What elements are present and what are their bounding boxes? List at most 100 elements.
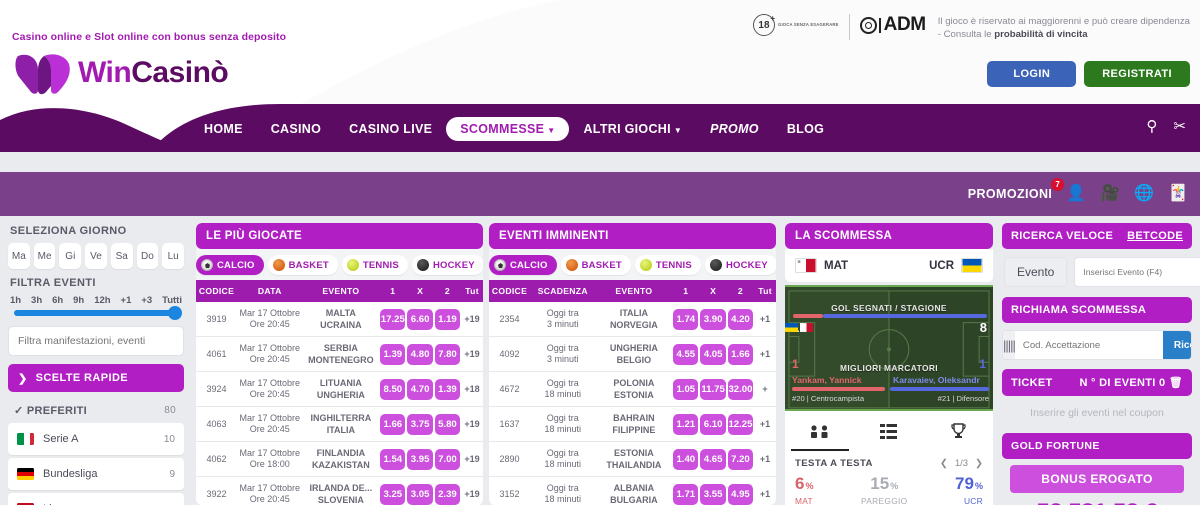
favorite-liga[interactable]: Liga10 <box>8 493 184 505</box>
tab-lineup[interactable] <box>785 411 854 451</box>
nav-item-altri-giochi[interactable]: ALTRI GIOCHI ▼ <box>569 122 696 136</box>
row-more-markets[interactable]: + <box>754 371 776 407</box>
row-odd-x[interactable]: 3.75 <box>406 406 434 442</box>
acceptance-code-input[interactable] <box>1014 331 1163 359</box>
row-more-markets[interactable]: +1 <box>754 441 776 477</box>
row-odd-x[interactable]: 4.05 <box>699 336 727 372</box>
row-more-markets[interactable]: +19 <box>461 441 483 477</box>
row-odd-2[interactable]: 7.20 <box>726 441 755 477</box>
row-odd-1[interactable]: 1.05 <box>672 371 700 407</box>
row-more-markets[interactable]: +19 <box>461 476 483 505</box>
hour-filter-plus1[interactable]: +1 <box>121 295 132 306</box>
row-odd-1[interactable]: 1.71 <box>672 476 700 505</box>
day-sa[interactable]: Sa <box>110 243 133 269</box>
row-odd-1[interactable]: 1.54 <box>379 441 407 477</box>
row-more-markets[interactable]: +19 <box>461 336 483 372</box>
row-more-markets[interactable]: +19 <box>461 302 483 337</box>
hour-filter-12h[interactable]: 12h <box>94 295 110 306</box>
row-odd-x[interactable]: 11.75 <box>699 371 727 407</box>
favorite-serie-a[interactable]: Serie A 10 <box>8 423 184 455</box>
user-settings-icon[interactable]: 👤 <box>1066 186 1086 202</box>
upcoming-tab-tennis[interactable]: TENNIS <box>634 255 701 275</box>
row-odd-x[interactable]: 6.10 <box>699 406 727 442</box>
site-logo[interactable]: WinCasinò <box>14 50 229 96</box>
row-more-markets[interactable]: +1 <box>754 336 776 372</box>
row-odd-1[interactable]: 3.25 <box>379 476 407 505</box>
most-played-tab-calcio[interactable]: CALCIO <box>196 255 264 275</box>
day-me[interactable]: Me <box>33 243 56 269</box>
login-button[interactable]: LOGIN <box>987 61 1077 87</box>
globe-icon[interactable]: 🌐 <box>1134 186 1154 202</box>
video-icon[interactable]: 🎥 <box>1100 186 1120 202</box>
evento-button[interactable]: Evento <box>1004 257 1068 287</box>
tab-stats[interactable] <box>854 411 923 451</box>
nav-item-casino[interactable]: CASINO <box>257 122 335 136</box>
row-odd-x[interactable]: 3.55 <box>699 476 727 505</box>
row-odd-2[interactable]: 2.39 <box>433 476 462 505</box>
pager-next-icon[interactable]: ❯ <box>975 458 983 469</box>
pager-prev-icon[interactable]: ❮ <box>940 458 948 469</box>
row-odd-x[interactable]: 6.60 <box>406 302 434 337</box>
row-odd-1[interactable]: 1.39 <box>379 336 407 372</box>
hour-range-slider[interactable] <box>14 306 182 320</box>
row-odd-1[interactable]: 8.50 <box>379 371 407 407</box>
row-odd-1[interactable]: 4.55 <box>672 336 700 372</box>
row-odd-1[interactable]: 1.40 <box>672 441 700 477</box>
upcoming-tab-basket[interactable]: BASKET <box>560 255 631 275</box>
most-played-tab-basket[interactable]: BASKET <box>267 255 338 275</box>
upcoming-tab-calcio[interactable]: CALCIO <box>489 255 557 275</box>
bonus-erogato-button[interactable]: BONUS EROGATO <box>1010 465 1184 493</box>
hour-filter-plus3[interactable]: +3 <box>141 295 152 306</box>
row-odd-2[interactable]: 1.19 <box>433 302 462 337</box>
row-odd-1[interactable]: 1.74 <box>672 302 700 337</box>
row-odd-2[interactable]: 32.00 <box>726 371 755 407</box>
trash-icon[interactable]: 🗑 <box>1169 377 1183 389</box>
row-odd-1[interactable]: 1.66 <box>379 406 407 442</box>
table-row[interactable]: 4092 Oggi tra 3 minuti UNGHERIA BELGIO 4.55 4.… <box>489 336 776 372</box>
day-ma[interactable]: Ma <box>8 243 30 269</box>
hour-filter-3h[interactable]: 3h <box>31 295 42 306</box>
legal-link[interactable]: probabilità di vincita <box>994 29 1087 40</box>
hour-filter-Tutti[interactable]: Tutti <box>162 295 182 306</box>
table-row[interactable]: 3922 Mar 17 Ottobre Ore 20:45 IRLANDA DE...… <box>196 476 483 505</box>
hour-filter-6h[interactable]: 6h <box>52 295 63 306</box>
row-odd-x[interactable]: 3.05 <box>406 476 434 505</box>
table-row[interactable]: 3919 Mar 17 Ottobre Ore 20:45 MALTA UCRAINA 1… <box>196 302 483 337</box>
table-row[interactable]: 3152 Oggi tra 18 minuti ALBANIA BULGARIA 1.71… <box>489 476 776 505</box>
nav-item-promo[interactable]: PROMO <box>696 122 773 136</box>
most-played-tab-hockey[interactable]: HOCKEY <box>411 255 483 275</box>
nav-item-casino-live[interactable]: CASINO LIVE <box>335 122 446 136</box>
table-row[interactable]: 4063 Mar 17 Ottobre Ore 20:45 INGHILTERRA IT… <box>196 406 483 442</box>
row-more-markets[interactable]: +18 <box>461 371 483 407</box>
table-row[interactable]: 3924 Mar 17 Ottobre Ore 20:45 LITUANIA UNGHE… <box>196 371 483 407</box>
day-do[interactable]: Do <box>136 243 159 269</box>
nav-item-blog[interactable]: BLOG <box>773 122 838 136</box>
table-row[interactable]: 1637 Oggi tra 18 minuti BAHRAIN FILIPPINE 1.2… <box>489 406 776 442</box>
scissors-icon[interactable]: ✂ <box>1173 119 1186 134</box>
most-played-tab-tennis[interactable]: TENNIS <box>341 255 408 275</box>
register-button[interactable]: REGISTRATI <box>1084 61 1190 87</box>
day-ve[interactable]: Ve <box>85 243 107 269</box>
hour-filter-9h[interactable]: 9h <box>73 295 84 306</box>
nav-item-home[interactable]: HOME <box>190 122 257 136</box>
search-icon[interactable]: ⚲ <box>1146 119 1157 134</box>
row-odd-2[interactable]: 7.80 <box>433 336 462 372</box>
row-odd-x[interactable]: 3.95 <box>406 441 434 477</box>
row-odd-x[interactable]: 3.90 <box>699 302 727 337</box>
favorites-header[interactable]: ✓ PREFERITI 80 <box>8 400 184 423</box>
nav-item-scommesse[interactable]: SCOMMESSE ▼ <box>446 116 570 141</box>
row-odd-2[interactable]: 1.39 <box>433 371 462 407</box>
row-odd-x[interactable]: 4.65 <box>699 441 727 477</box>
table-row[interactable]: 4672 Oggi tra 18 minuti POLONIA ESTONIA 1.05 1… <box>489 371 776 407</box>
row-more-markets[interactable]: +1 <box>754 406 776 442</box>
table-row[interactable]: 2354 Oggi tra 3 minuti ITALIA NORVEGIA 1.74 3.… <box>489 302 776 337</box>
row-more-markets[interactable]: +19 <box>461 406 483 442</box>
table-row[interactable]: 2890 Oggi tra 18 minuti ESTONIA THAILANDIA 1.… <box>489 441 776 477</box>
row-more-markets[interactable]: +1 <box>754 476 776 505</box>
evento-input[interactable] <box>1074 257 1200 287</box>
day-gi[interactable]: Gi <box>59 243 82 269</box>
quick-choices-button[interactable]: ❯ SCELTE RAPIDE <box>8 364 184 392</box>
row-odd-2[interactable]: 12.25 <box>726 406 755 442</box>
search-bet-button[interactable]: Ricerca <box>1162 331 1191 359</box>
row-odd-2[interactable]: 1.66 <box>726 336 755 372</box>
